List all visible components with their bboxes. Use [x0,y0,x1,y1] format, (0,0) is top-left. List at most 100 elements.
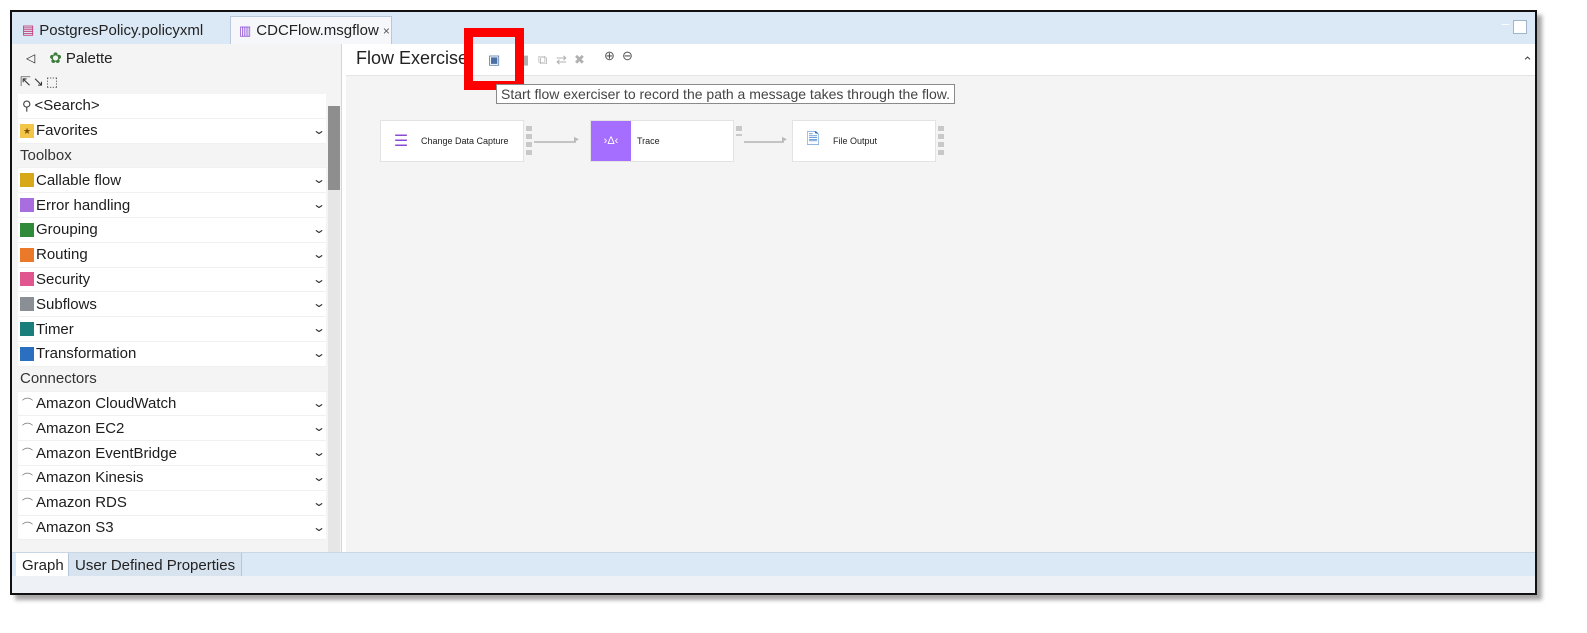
collapse-palette-icon[interactable]: ◁ [26,51,35,65]
item-label: Routing [36,246,88,264]
palette-item-amazon-eventbridge[interactable]: ⌒ Amazon EventBridge ⌄ [18,441,326,466]
palette-item-subflows[interactable]: Subflows ⌄ [18,292,326,318]
palette-item-amazon-kinesis[interactable]: ⌒ Amazon Kinesis ⌄ [18,465,326,491]
palette-tools: ⇱↘⬚ [20,74,60,90]
close-icon[interactable]: × [383,24,390,38]
tab-label: PostgresPolicy.policyxml [39,21,204,39]
node-label: File Output [833,136,878,146]
palette-item-timer[interactable]: Timer ⌄ [18,317,326,342]
grouping-icon [20,222,34,237]
chevron-down-icon[interactable]: ⌄ [312,197,326,211]
chevron-down-icon[interactable]: ⌄ [312,346,326,360]
connector-icon: ⌒ [22,423,33,436]
send-message-icon[interactable]: ⇄ [556,52,567,68]
msgflow-icon: ▥ [239,22,252,38]
palette-header: ◁ ✿ Palette [12,44,341,72]
palette-search[interactable]: ⚲ <Search> [18,94,326,119]
chevron-down-icon[interactable]: ⌄ [312,123,326,137]
connector-icon: ⌒ [22,497,33,510]
chevron-down-icon[interactable]: ⌄ [312,222,326,236]
connectors-header-label: Connectors [20,370,97,388]
palette-item-amazon-rds[interactable]: ⌒ Amazon RDS ⌄ [18,490,326,516]
zoom-out-icon[interactable]: ⊖ [622,48,633,64]
palette-item-routing[interactable]: Routing ⌄ [18,242,326,268]
flow-exercise-title: Flow Exercise [356,48,469,68]
maximize-icon[interactable] [1513,20,1527,34]
item-label: Subflows [36,295,97,313]
chevron-down-icon[interactable]: ⌄ [312,445,326,459]
palette-item-amazon-s3[interactable]: ⌒ Amazon S3 ⌄ [18,515,326,541]
tab-cdcflow[interactable]: ▥ CDCFlow.msgflow × [230,16,392,44]
item-label: Error handling [36,196,131,214]
callable-flow-icon [20,173,34,188]
chevron-down-icon[interactable]: ⌄ [312,396,326,410]
node-label: Change Data Capture [421,136,509,146]
node-trace[interactable]: ›Δ‹ Trace [590,120,734,162]
app-window: ▤ PostgresPolicy.policyxml ▥ CDCFlow.msg… [10,10,1537,595]
output-terminal[interactable] [736,126,742,136]
palette-item-security[interactable]: Security ⌄ [18,267,326,293]
item-label: Amazon RDS [36,494,127,512]
palette-scrollbar-thumb[interactable] [328,106,340,190]
connector-icon: ⌒ [22,522,33,535]
item-label: Transformation [36,345,137,363]
connection-wire[interactable] [744,141,784,143]
connector-icon: ⌒ [22,472,33,485]
chevron-down-icon[interactable]: ⌄ [312,470,326,484]
chevron-down-icon[interactable]: ⌄ [312,420,326,434]
chevron-down-icon[interactable]: ⌄ [312,520,326,534]
marquee-tool-icon[interactable]: ⬚ [46,74,60,89]
output-terminal[interactable] [526,126,532,156]
highlight-box [464,28,524,90]
node-label: Trace [637,136,660,146]
collapse-icon[interactable]: ⌃ [1522,54,1533,70]
tab-user-defined-properties[interactable]: User Defined Properties [68,553,243,577]
clear-icon[interactable]: ✖ [574,52,585,68]
tooltip: Start flow exerciser to record the path … [496,84,956,104]
subflows-icon [20,297,34,312]
tab-postgres-policy[interactable]: ▤ PostgresPolicy.policyxml [14,16,228,44]
palette-icon: ✿ [49,50,62,67]
database-icon: ☰ [393,133,409,150]
palette-title: Palette [65,49,113,67]
chevron-down-icon[interactable]: ⌄ [312,495,326,509]
item-label: Security [36,270,91,288]
palette-item-amazon-ec2[interactable]: ⌒ Amazon EC2 ⌄ [18,416,326,442]
chevron-down-icon[interactable]: ⌄ [312,272,326,286]
policy-icon: ▤ [22,22,35,37]
security-icon [20,272,34,287]
minimize-icon[interactable]: – [1502,16,1509,31]
item-label: Amazon EC2 [36,419,125,437]
item-label: Timer [36,320,74,338]
copy-icon[interactable]: ⧉ [538,52,547,68]
chevron-down-icon[interactable]: ⌄ [312,321,326,335]
timer-icon [20,322,34,337]
chevron-down-icon[interactable]: ⌄ [312,172,326,186]
chevron-down-icon[interactable]: ⌄ [312,296,326,310]
zoom-in-icon[interactable]: ⊕ [604,48,615,64]
output-terminal[interactable] [938,126,944,156]
palette-item-amazon-cloudwatch[interactable]: ⌒ Amazon CloudWatch ⌄ [18,391,326,417]
connection-wire[interactable] [534,141,576,143]
palette-item-error-handling[interactable]: Error handling ⌄ [18,193,326,218]
connection-tool-icon[interactable]: ↘ [33,74,46,89]
tab-graph[interactable]: Graph [16,553,70,577]
error-handling-icon [20,198,34,213]
palette-item-grouping[interactable]: Grouping ⌄ [18,217,326,243]
toolbox-header-label: Toolbox [20,146,72,164]
flow-editor: Flow Exercise ▣ ▮ ⧉ ⇄ ✖ ⊕ ⊖ ⌃ ☰ Change D… [346,44,1535,552]
editor-header: Flow Exercise ▣ ▮ ⧉ ⇄ ✖ ⊕ ⊖ ⌃ [346,44,1535,76]
connector-icon: ⌒ [22,398,33,411]
chevron-down-icon[interactable]: ⌄ [312,247,326,261]
search-icon: ⚲ [22,97,32,113]
bottom-tab-bar: Graph User Defined Properties [12,552,1535,577]
trace-icon: ›Δ‹ [591,121,631,161]
select-tool-icon[interactable]: ⇱ [20,74,33,89]
tab-label: CDCFlow.msgflow [256,22,379,39]
palette-favorites[interactable]: ★ Favorites ⌄ [18,118,326,144]
palette-item-transformation[interactable]: Transformation ⌄ [18,341,326,367]
palette-item-callable-flow[interactable]: Callable flow ⌄ [18,168,326,194]
node-file-output[interactable]: 🗎 File Output [792,120,936,162]
node-change-data-capture[interactable]: ☰ Change Data Capture [380,120,524,162]
file-icon: 🗎 [806,130,820,148]
